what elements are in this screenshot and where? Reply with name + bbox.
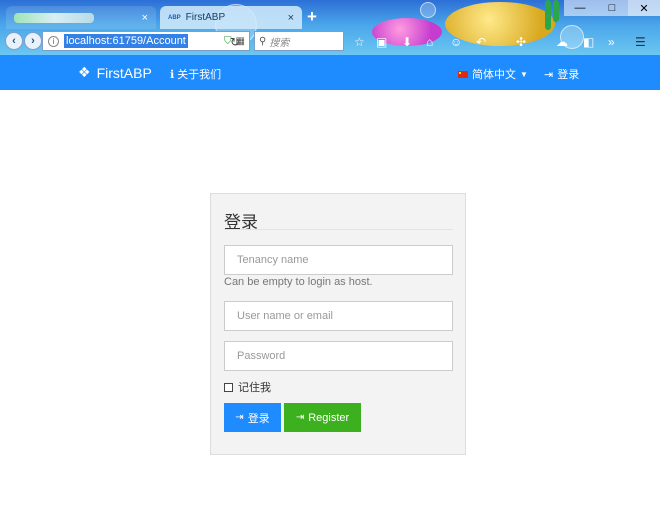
- tab-title-blurred: [14, 12, 94, 23]
- brand-link[interactable]: ❖ FirstABP: [78, 64, 152, 81]
- close-window-button[interactable]: ✕: [628, 0, 660, 16]
- home-icon[interactable]: ⌂: [426, 35, 433, 49]
- cloud-icon[interactable]: ☁: [556, 35, 568, 49]
- tab-inactive[interactable]: ×: [6, 6, 156, 29]
- remember-me-label: 记住我: [238, 382, 271, 394]
- download-icon[interactable]: ⬇: [402, 35, 412, 49]
- star-icon[interactable]: ☆: [354, 35, 365, 49]
- abp-favicon-icon: ABP: [168, 14, 181, 21]
- nav-about-link[interactable]: ℹ 关于我们: [170, 66, 221, 82]
- minimize-button[interactable]: —: [564, 0, 596, 16]
- clipboard-icon[interactable]: ▣: [376, 35, 387, 49]
- back-button[interactable]: ‹: [5, 32, 23, 50]
- info-icon: ℹ: [170, 68, 175, 81]
- divider: [224, 229, 453, 230]
- tab-active[interactable]: ABP FirstABP ×: [160, 6, 302, 29]
- browser-toolbar: ‹ › i localhost:61759/Account ⛉ ▦ ↻ ⚲ 搜索…: [0, 29, 660, 53]
- window-controls: — □ ✕: [564, 0, 660, 16]
- close-icon[interactable]: ×: [142, 12, 148, 24]
- remember-me-checkbox[interactable]: [224, 382, 233, 392]
- china-flag-icon: [458, 70, 468, 78]
- sign-in-icon: ⇥: [235, 412, 244, 423]
- addon-icon[interactable]: ◧: [583, 35, 594, 49]
- sign-in-icon: ⇥: [544, 68, 554, 81]
- reload-icon[interactable]: ↻: [230, 35, 240, 49]
- tab-title: FirstABP: [185, 12, 226, 23]
- search-icon: ⚲: [259, 35, 267, 47]
- search-bar[interactable]: ⚲ 搜索: [254, 31, 344, 51]
- tenancy-help-text: Can be empty to login as host.: [224, 276, 373, 288]
- seaweed-decoration: [553, 0, 559, 22]
- password-input[interactable]: [224, 341, 453, 371]
- nav-login-label: 登录: [557, 69, 580, 81]
- login-button[interactable]: ⇥ 登录: [224, 403, 281, 432]
- extension-icon[interactable]: ✣: [516, 35, 526, 49]
- search-placeholder: 搜索: [269, 37, 290, 49]
- bubble-decoration: [420, 2, 436, 18]
- cubes-icon: ❖: [78, 64, 91, 80]
- app-navbar: ❖ FirstABP ℹ 关于我们 简体中文 ▼ ⇥ 登录: [0, 55, 660, 90]
- overflow-icon[interactable]: »: [608, 35, 615, 49]
- browser-chrome: × ABP FirstABP × + — □ ✕ ‹ › i localhost…: [0, 0, 660, 55]
- url-text: localhost:61759/Account: [64, 34, 188, 48]
- forward-button[interactable]: ›: [24, 32, 42, 50]
- site-info-icon[interactable]: i: [48, 35, 59, 47]
- tenancy-name-input[interactable]: [224, 245, 453, 275]
- seaweed-decoration: [545, 0, 551, 30]
- brand-name: FirstABP: [96, 64, 152, 81]
- nav-about-label: 关于我们: [177, 69, 222, 81]
- register-button-label: Register: [308, 411, 350, 424]
- register-button[interactable]: ⇥ Register: [284, 403, 361, 432]
- maximize-button[interactable]: □: [596, 0, 628, 16]
- remember-me[interactable]: 记住我: [224, 379, 271, 395]
- sign-in-icon: ⇥: [295, 412, 305, 423]
- new-tab-button[interactable]: +: [307, 7, 317, 27]
- nav-login-link[interactable]: ⇥ 登录: [544, 66, 579, 82]
- undo-icon[interactable]: ↶: [476, 35, 486, 49]
- menu-icon[interactable]: ☰: [635, 35, 646, 49]
- login-button-label: 登录: [247, 412, 270, 425]
- caret-down-icon: ▼: [520, 69, 528, 79]
- username-input[interactable]: [224, 301, 453, 331]
- smiley-icon[interactable]: ☺: [450, 35, 462, 49]
- login-card: 登录 Can be empty to login as host. 记住我 ⇥ …: [210, 193, 466, 455]
- address-bar[interactable]: i localhost:61759/Account ⛉ ▦: [42, 31, 250, 51]
- language-dropdown[interactable]: 简体中文 ▼: [458, 66, 528, 82]
- close-icon[interactable]: ×: [288, 12, 294, 24]
- language-label: 简体中文: [472, 69, 516, 81]
